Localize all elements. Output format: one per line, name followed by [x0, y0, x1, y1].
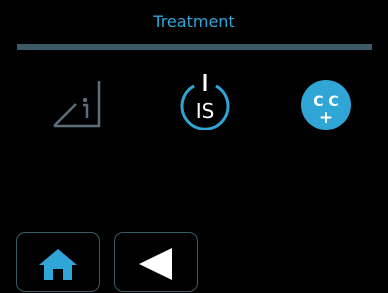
cc-plus-icon[interactable]: C C +: [300, 79, 352, 131]
cc-plus-label: +: [319, 108, 333, 128]
back-button[interactable]: [114, 232, 198, 292]
is-power-icon[interactable]: IS: [178, 72, 232, 130]
page-title: Treatment: [153, 12, 235, 31]
title-underline: [17, 44, 372, 50]
home-button[interactable]: [16, 232, 100, 292]
info-corner-icon[interactable]: [52, 77, 102, 129]
is-label: IS: [196, 99, 215, 123]
back-arrow-icon: [139, 248, 172, 280]
treatment-screen: Treatment IS C C +: [0, 0, 388, 293]
home-icon: [39, 249, 77, 280]
